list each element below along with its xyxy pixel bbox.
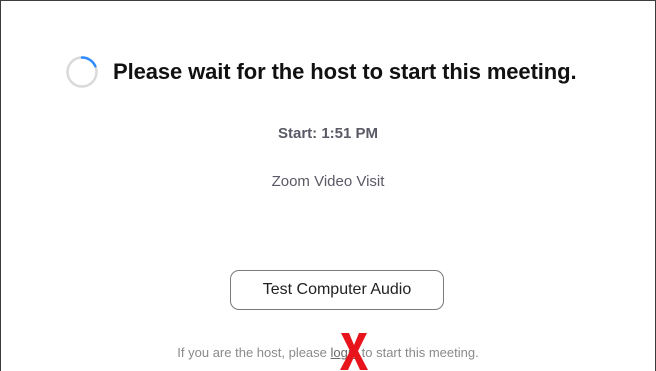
loading-spinner-icon bbox=[66, 56, 98, 88]
host-notice-suffix: to start this meeting. bbox=[361, 345, 479, 360]
waiting-heading: Please wait for the host to start this m… bbox=[65, 53, 577, 91]
waiting-room-window: Please wait for the host to start this m… bbox=[0, 0, 656, 371]
host-notice-prefix: If you are the host, please bbox=[177, 345, 327, 360]
meeting-start-time: Start: 1:51 PM bbox=[277, 125, 379, 142]
meeting-name: Zoom Video Visit bbox=[271, 173, 385, 190]
page-title: Please wait for the host to start this m… bbox=[113, 59, 577, 84]
host-login-notice: If you are the host, please login to sta… bbox=[1, 345, 655, 360]
test-computer-audio-button[interactable]: Test Computer Audio bbox=[230, 270, 444, 310]
red-x-icon bbox=[340, 333, 368, 370]
